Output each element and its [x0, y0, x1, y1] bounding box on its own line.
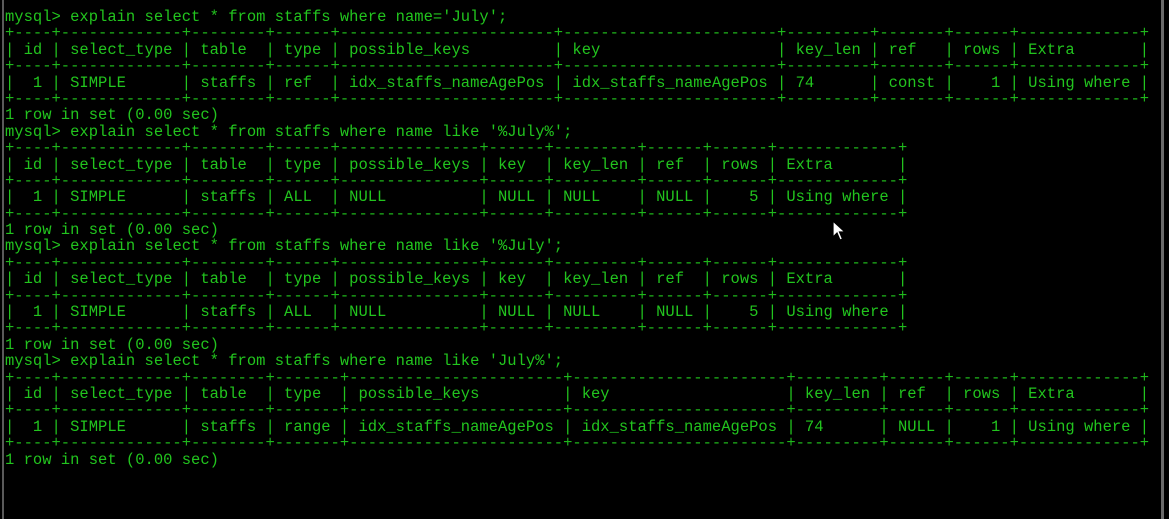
table-row: | 1 | SIMPLE | staffs | ref | idx_staffs…: [5, 73, 1150, 92]
mysql-terminal[interactable]: mysql> explain select * from staffs wher…: [2, 0, 1164, 519]
query-block: mysql> explain select * from staffs wher…: [5, 238, 1161, 353]
table-border: +----+-------------+--------+-------+---…: [5, 368, 1150, 387]
table-border: +----+-------------+--------+-------+---…: [5, 434, 1150, 453]
table-row: | 1 | SIMPLE | staffs | ALL | NULL | NUL…: [5, 303, 908, 322]
query-block: mysql> explain select * from staffs wher…: [5, 353, 1161, 468]
table-border: +----+-------------+--------+------+----…: [5, 319, 908, 338]
table-row: | 1 | SIMPLE | staffs | range | idx_staf…: [5, 417, 1150, 436]
result-summary: 1 row in set (0.00 sec): [5, 335, 219, 354]
command-line: mysql> explain select * from staffs wher…: [5, 124, 1161, 140]
command-line: mysql> explain select * from staffs wher…: [5, 238, 1161, 254]
result-summary: 1 row in set (0.00 sec): [5, 106, 219, 125]
command-line: mysql> explain select * from staffs wher…: [5, 9, 1161, 25]
table-border: +----+-------------+--------+------+----…: [5, 204, 908, 223]
prompt: mysql>: [5, 8, 71, 26]
table-border: +----+-------------+--------+-------+---…: [5, 401, 1150, 420]
table-header-row: | id | select_type | table | type | poss…: [5, 384, 1150, 403]
sql-command: explain select * from staffs where name …: [70, 352, 564, 371]
result-summary: 1 row in set (0.00 sec): [5, 450, 219, 469]
table-header-row: | id | select_type | table | type | poss…: [5, 155, 908, 174]
sql-command: explain select * from staffs where name …: [70, 237, 564, 256]
table-border: +----+-------------+--------+------+----…: [5, 286, 908, 305]
prompt: mysql>: [5, 237, 71, 256]
table-border: +----+-------------+--------+------+----…: [5, 139, 908, 158]
query-block: mysql> explain select * from staffs wher…: [5, 124, 1161, 239]
table-header-row: | id | select_type | table | type | poss…: [5, 270, 908, 289]
sql-command: explain select * from staffs where name=…: [70, 8, 508, 26]
result-summary: 1 row in set (0.00 sec): [5, 221, 219, 240]
prompt: mysql>: [5, 122, 71, 141]
sql-command: explain select * from staffs where name …: [70, 122, 573, 141]
table-border: +----+-------------+--------+------+----…: [5, 89, 1150, 108]
table-border: +----+-------------+--------+------+----…: [5, 57, 1150, 76]
table-border: +----+-------------+--------+------+----…: [5, 253, 908, 272]
mouse-pointer-icon: [832, 220, 846, 241]
query-block: mysql> explain select * from staffs wher…: [5, 9, 1161, 124]
table-header-row: | id | select_type | table | type | poss…: [5, 40, 1150, 59]
table-row: | 1 | SIMPLE | staffs | ALL | NULL | NUL…: [5, 188, 908, 207]
table-border: +----+-------------+--------+------+----…: [5, 171, 908, 190]
table-border: +----+-------------+--------+------+----…: [5, 24, 1150, 43]
command-line: mysql> explain select * from staffs wher…: [5, 353, 1161, 369]
prompt: mysql>: [5, 352, 71, 371]
